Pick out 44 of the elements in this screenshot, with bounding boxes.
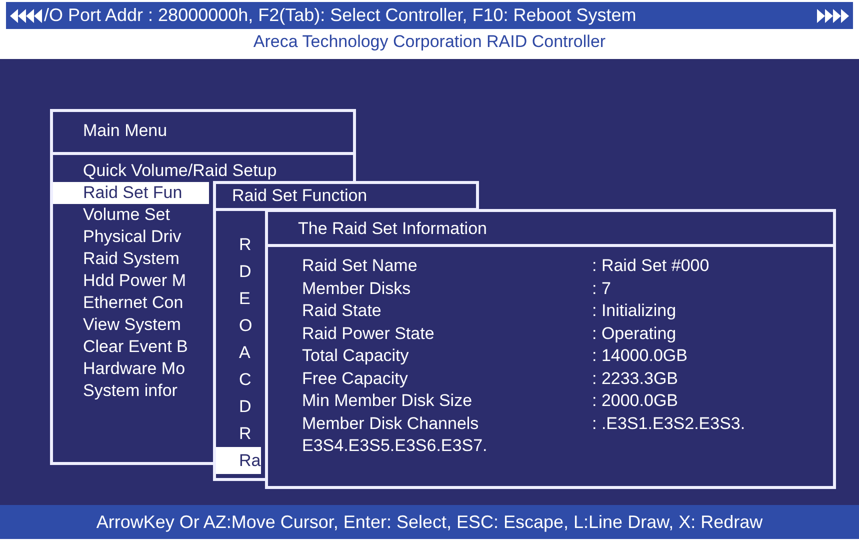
menu-item[interactable]: D bbox=[216, 393, 261, 420]
menu-item[interactable]: Ethernet Con bbox=[53, 292, 184, 314]
menu-item[interactable]: View System bbox=[53, 314, 181, 336]
field-label: Raid State bbox=[302, 300, 382, 322]
menu-item[interactable]: O bbox=[216, 312, 261, 339]
field-label: Member Disk Channels bbox=[302, 412, 480, 434]
menu-item[interactable]: D bbox=[216, 258, 261, 285]
menu-item[interactable]: E bbox=[216, 285, 261, 312]
field-value: : 2233.3GB bbox=[592, 368, 678, 390]
menu-item[interactable]: Hdd Power M bbox=[53, 270, 186, 292]
top-bar-text: /O Port Addr : 28000000h, F2(Tab): Select Controller, F10: Reboot System bbox=[44, 5, 638, 26]
field-value: : 2000.0GB bbox=[592, 390, 678, 412]
field-label: Raid Set Name bbox=[302, 255, 418, 277]
left-arrows-icon bbox=[10, 8, 44, 24]
menu-item[interactable]: System infor bbox=[53, 380, 178, 402]
menu-item[interactable]: Clear Event B bbox=[53, 336, 188, 358]
field-label: Min Member Disk Size bbox=[302, 390, 474, 412]
menu-item[interactable]: Raid Set Fun bbox=[53, 182, 209, 204]
menu-item[interactable]: C bbox=[216, 366, 261, 393]
field-label: Raid Power State bbox=[302, 322, 436, 344]
field-label: Free Capacity bbox=[302, 368, 409, 390]
field-value: : Operating bbox=[592, 322, 676, 344]
field-value: : .E3S1.E3S2.E3S3. bbox=[592, 412, 746, 434]
menu-item[interactable]: A bbox=[216, 339, 261, 366]
menu-item[interactable]: Hardware Mo bbox=[53, 358, 186, 380]
field-label: Member Disks bbox=[302, 278, 412, 300]
field-value: E3S4.E3S5.E3S6.E3S7. bbox=[302, 435, 488, 457]
menu-item[interactable]: R bbox=[216, 420, 261, 447]
window-title: The Raid Set Information bbox=[268, 212, 833, 247]
field-value: : Initializing bbox=[592, 300, 676, 322]
field-label: Total Capacity bbox=[302, 345, 410, 367]
menu-item[interactable]: Ra bbox=[216, 447, 261, 474]
status-bar: ArrowKey Or AZ:Move Cursor, Enter: Select, ESC: Escape, L:Line Draw, X: Redraw bbox=[0, 505, 859, 539]
window-title: Main Menu bbox=[53, 112, 353, 155]
menu-item[interactable]: Raid System bbox=[53, 248, 180, 270]
menu-item[interactable]: Volume Set bbox=[53, 204, 170, 226]
menu-item[interactable]: R bbox=[216, 231, 261, 258]
menu-item[interactable]: Quick Volume/Raid Setup bbox=[53, 160, 277, 182]
subtitle: Areca Technology Corporation RAID Controller bbox=[252, 31, 607, 53]
menu-item[interactable]: Physical Driv bbox=[53, 226, 182, 248]
field-value: : 7 bbox=[592, 278, 611, 300]
field-value: : Raid Set #000 bbox=[592, 255, 710, 277]
right-arrows-icon bbox=[815, 8, 849, 24]
field-value: : 14000.0GB bbox=[592, 345, 688, 367]
